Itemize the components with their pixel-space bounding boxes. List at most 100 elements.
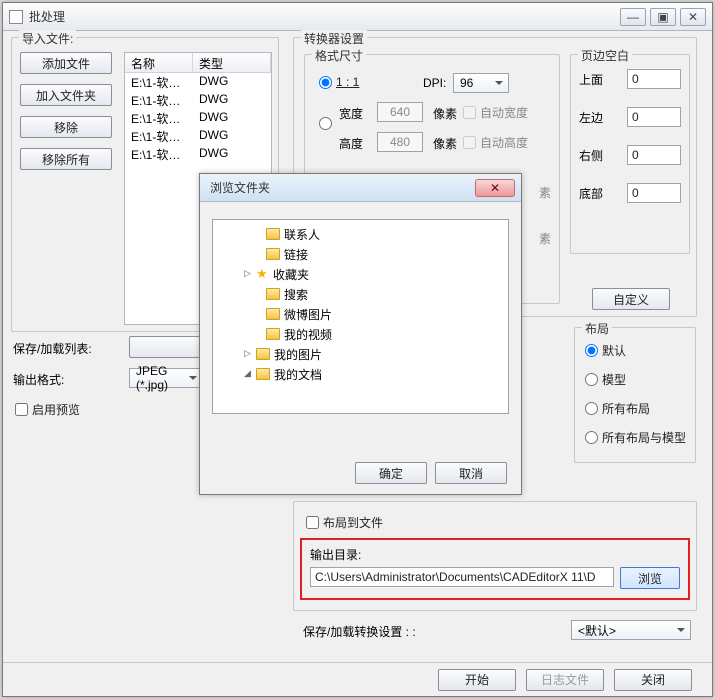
tree-item-label: 收藏夹: [273, 266, 309, 283]
tree-item[interactable]: 我的视频: [215, 324, 506, 344]
start-button[interactable]: 开始: [438, 669, 516, 691]
bottom-bar: 开始 日志文件 关闭: [3, 662, 712, 696]
margin-top-input[interactable]: [627, 69, 681, 89]
layout-model-radio[interactable]: 模型: [585, 371, 686, 388]
browse-folder-dialog: 浏览文件夹 ✕ 联系人链接▷★收藏夹搜索微博图片我的视频 ▷ 我的图片 ◢ 我的文档 确…: [199, 173, 522, 495]
layout-to-file-checkbox[interactable]: 布局到文件: [306, 514, 383, 531]
close-main-button[interactable]: 关闭: [614, 669, 692, 691]
dialog-titlebar: 浏览文件夹 ✕: [200, 174, 521, 202]
layout-all-model-radio[interactable]: 所有布局与模型: [585, 429, 686, 446]
height-unit: 像素: [433, 135, 457, 152]
cancel-button[interactable]: 取消: [435, 462, 507, 484]
col-name[interactable]: 名称: [125, 53, 193, 72]
expander-icon[interactable]: ◢: [243, 370, 252, 379]
layout-to-file-label: 布局到文件: [323, 514, 383, 531]
enable-preview-input[interactable]: [15, 403, 28, 416]
table-row[interactable]: E:\1-软文...DWG: [125, 109, 271, 127]
dialog-close-button[interactable]: ✕: [475, 179, 515, 197]
px-suffix-1: 素: [539, 184, 551, 201]
output-group: 布局到文件 输出目录: 浏览: [293, 501, 697, 611]
folder-icon: [266, 308, 280, 320]
cell-name: E:\1-软文...: [125, 91, 193, 109]
folder-icon: [266, 248, 280, 260]
cell-name: E:\1-软文...: [125, 127, 193, 145]
cell-type: DWG: [193, 73, 271, 91]
folder-icon: [256, 368, 270, 380]
tree-item[interactable]: 联系人: [215, 224, 506, 244]
folder-icon: [266, 288, 280, 300]
layout-to-file-input[interactable]: [306, 516, 319, 529]
folder-tree[interactable]: 联系人链接▷★收藏夹搜索微博图片我的视频 ▷ 我的图片 ◢ 我的文档: [212, 219, 509, 414]
converter-legend: 转换器设置: [301, 30, 367, 47]
tree-item[interactable]: 微博图片: [215, 304, 506, 324]
dpi-label: DPI:: [423, 76, 446, 90]
cell-type: DWG: [193, 127, 271, 145]
maximize-button[interactable]: ▣: [650, 8, 676, 26]
margin-bottom-input[interactable]: [627, 183, 681, 203]
cell-name: E:\1-软文...: [125, 145, 193, 163]
ok-button[interactable]: 确定: [355, 462, 427, 484]
format-size-legend: 格式尺寸: [312, 47, 366, 64]
margin-left-input[interactable]: [627, 107, 681, 127]
tree-item-label: 我的文档: [274, 366, 322, 383]
tree-item-label: 我的图片: [274, 346, 322, 363]
output-dir-input[interactable]: [310, 567, 614, 587]
col-type[interactable]: 类型: [193, 53, 271, 72]
table-body: E:\1-软文...DWGE:\1-软文...DWGE:\1-软文...DWGE…: [125, 73, 271, 163]
remove-button[interactable]: 移除: [20, 116, 112, 138]
auto-width-checkbox[interactable]: 自动宽度: [463, 104, 528, 121]
tree-item-label: 微博图片: [284, 306, 332, 323]
table-row[interactable]: E:\1-软文...DWG: [125, 73, 271, 91]
minimize-button[interactable]: —: [620, 8, 646, 26]
cell-name: E:\1-软文...: [125, 109, 193, 127]
tree-item[interactable]: ◢ 我的文档: [215, 364, 506, 384]
app-icon: [9, 10, 23, 24]
close-button[interactable]: ✕: [680, 8, 706, 26]
table-header: 名称 类型: [125, 53, 271, 73]
remove-all-button[interactable]: 移除所有: [20, 148, 112, 170]
cell-type: DWG: [193, 91, 271, 109]
ratio-1-1-label: 1 : 1: [336, 75, 359, 89]
custom-size-input[interactable]: [319, 117, 332, 130]
tree-item[interactable]: 搜索: [215, 284, 506, 304]
auto-height-checkbox[interactable]: 自动高度: [463, 134, 528, 151]
save-settings-select[interactable]: <默认>: [571, 620, 691, 640]
height-input[interactable]: [377, 132, 423, 152]
tree-item-label: 链接: [284, 246, 308, 263]
layout-legend: 布局: [582, 320, 612, 337]
dpi-select[interactable]: 96: [453, 73, 509, 93]
custom-button[interactable]: 自定义: [592, 288, 670, 310]
cell-type: DWG: [193, 109, 271, 127]
folder-icon: [256, 348, 270, 360]
tree-item-label: 搜索: [284, 286, 308, 303]
table-row[interactable]: E:\1-软文...DWG: [125, 145, 271, 163]
layout-all-radio[interactable]: 所有布局: [585, 400, 686, 417]
enable-preview-checkbox[interactable]: 启用预览: [15, 401, 80, 418]
add-file-button[interactable]: 添加文件: [20, 52, 112, 74]
layout-default-radio[interactable]: 默认: [585, 342, 686, 359]
import-legend: 导入文件:: [19, 30, 76, 47]
auto-height-label: 自动高度: [480, 134, 528, 151]
window-title: 批处理: [29, 8, 616, 25]
table-row[interactable]: E:\1-软文...DWG: [125, 127, 271, 145]
width-input[interactable]: [377, 102, 423, 122]
folder-icon: [266, 228, 280, 240]
tree-item[interactable]: ▷ 我的图片: [215, 344, 506, 364]
ratio-1-1-radio[interactable]: 1 : 1: [319, 75, 359, 89]
ratio-1-1-input[interactable]: [319, 76, 332, 89]
table-row[interactable]: E:\1-软文...DWG: [125, 91, 271, 109]
custom-size-radio[interactable]: [319, 117, 332, 130]
expander-icon[interactable]: ▷: [243, 350, 252, 359]
output-format-select[interactable]: JPEG (*.jpg): [129, 368, 203, 388]
auto-width-label: 自动宽度: [480, 104, 528, 121]
tree-item[interactable]: ▷★收藏夹: [215, 264, 506, 284]
tree-item[interactable]: 链接: [215, 244, 506, 264]
margin-left-label: 左边: [579, 109, 603, 126]
px-suffix-2: 素: [539, 230, 551, 247]
save-list-button[interactable]: [129, 336, 203, 358]
add-folder-button[interactable]: 加入文件夹: [20, 84, 112, 106]
expander-icon[interactable]: ▷: [243, 270, 252, 279]
margin-right-input[interactable]: [627, 145, 681, 165]
margin-top-label: 上面: [579, 71, 603, 88]
browse-button[interactable]: 浏览: [620, 567, 680, 589]
